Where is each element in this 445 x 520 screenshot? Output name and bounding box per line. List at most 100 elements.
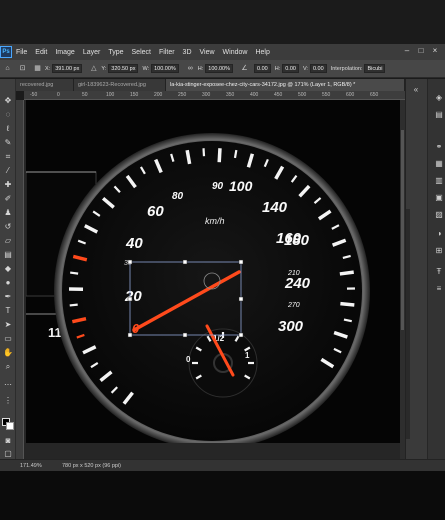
interpolation-select[interactable]: Bicubi [364,64,386,73]
history-icon[interactable]: ▨ [434,210,444,220]
h-skew-label: H: [274,65,281,72]
character-icon[interactable]: Ŧ [434,267,444,277]
more-tools-icon[interactable]: ⋯ [2,379,14,391]
pen-tool-icon[interactable]: ✒ [2,291,14,303]
channels-icon[interactable]: ⚭ [434,142,444,152]
hand-tool-icon[interactable]: ✋ [2,347,14,359]
link-icon[interactable]: ∞ [186,64,195,73]
tab-recovered[interactable]: recovered.jpg [16,79,74,91]
h-skew-input[interactable]: 0.00 [282,64,299,73]
width-field: W: 100.00% [142,64,179,73]
transform-handle[interactable] [238,296,244,302]
quick-select-tool-icon[interactable]: ✎ [2,137,14,149]
canvas-area[interactable]: 11 km 20 40 60 80 90 100 30 140 160 210 … [24,100,405,460]
marquee-tool-icon[interactable]: ◌ [2,109,14,121]
vertical-ruler [16,100,24,460]
v-skew-input[interactable]: 0.00 [309,64,327,73]
panel-scrollbar[interactable] [406,209,410,439]
minimize-icon[interactable]: – [402,46,412,56]
speed-label-240: 240 [284,275,311,292]
menu-help[interactable]: Help [251,49,273,56]
transform-handle[interactable] [127,332,133,338]
brush-tool-icon[interactable]: ✐ [2,193,14,205]
y-field: Y: 320.50 px [101,64,139,73]
fuel-label-empty: 0 [186,355,191,364]
width-label: W: [142,65,150,72]
shape-tool-icon[interactable]: ▭ [2,333,14,345]
layers-icon[interactable]: ◈ [434,93,444,103]
transform-handle[interactable] [127,259,133,265]
blur-tool-icon[interactable]: ◆ [2,263,14,275]
height-input[interactable]: 100.00% [205,64,234,73]
color-icon[interactable]: ◑ [434,229,444,239]
adjustments-icon[interactable]: ▤ [434,110,444,120]
menu-type[interactable]: Type [104,49,127,56]
transform-handle[interactable] [182,332,188,338]
ruler-mark: 100 [106,92,115,98]
edit-toolbar-icon[interactable]: ⋮ [2,395,14,407]
dodge-tool-icon[interactable]: ● [2,277,14,289]
close-icon[interactable]: × [430,46,440,56]
tab-girl-recovered[interactable]: girl-1839623-Recovered.jpg [74,79,166,91]
swatches-icon[interactable]: ▥ [434,176,444,186]
gradient-tool-icon[interactable]: ▤ [2,249,14,261]
background-color-swatch[interactable] [6,422,14,430]
tab-kia-stinger[interactable]: la-kia-stinger-exposee-chez-city-cars-34… [166,79,405,91]
tab-label: girl-1839623-Recovered.jpg [78,82,146,88]
move-tool-icon[interactable]: ✥ [2,95,14,107]
maximize-icon[interactable]: □ [416,46,426,56]
v-skew-field: V: 0.00 [303,64,327,73]
y-input[interactable]: 320.50 px [108,64,139,73]
document-canvas[interactable]: 11 km 20 40 60 80 90 100 30 140 160 210 … [26,100,400,443]
menu-view[interactable]: View [196,49,219,56]
dial-tick [185,149,192,165]
ruler-mark: 400 [250,92,259,98]
menu-window[interactable]: Window [219,49,252,56]
collapse-panel-icon[interactable]: « [411,85,421,95]
paragraph-icon[interactable]: ≡ [434,284,444,294]
eyedropper-tool-icon[interactable]: ⁄ [2,165,14,177]
reference-point-icon[interactable]: ▦ [33,64,42,73]
menu-select[interactable]: Select [128,49,155,56]
ruler-mark: 0 [57,92,60,98]
properties-icon[interactable]: ⊞ [434,246,444,256]
paths-icon[interactable]: ▦ [434,159,444,169]
healing-tool-icon[interactable]: ✚ [2,179,14,191]
menu-filter[interactable]: Filter [155,49,179,56]
transform-handle[interactable] [127,296,133,302]
stamp-tool-icon[interactable]: ♟ [2,207,14,219]
transform-tool-icon[interactable]: ⊡ [18,64,27,73]
history-brush-icon[interactable]: ↺ [2,221,14,233]
delta-icon[interactable]: △ [89,64,98,73]
speed-label-40: 40 [125,235,143,252]
transform-handle[interactable] [238,259,244,265]
height-label: H: [197,65,204,72]
transform-handle[interactable] [182,259,188,265]
home-icon[interactable]: ⌂ [3,64,12,73]
ruler-mark: 550 [322,92,331,98]
speed-label-60: 60 [147,203,164,220]
crop-tool-icon[interactable]: ⌗ [2,151,14,163]
menu-edit[interactable]: Edit [31,49,51,56]
quick-mask-icon[interactable]: ◙ [2,435,14,447]
fuel-label-full: 1 [245,351,250,360]
photoshop-window: Ps File Edit Image Layer Type Select Fil… [0,0,445,520]
zoom-tool-icon[interactable]: ⌕ [2,361,14,373]
x-input[interactable]: 391.00 px [52,64,83,73]
transform-handle[interactable] [238,332,244,338]
lasso-tool-icon[interactable]: ℓ [2,123,14,135]
menu-3d[interactable]: 3D [179,49,196,56]
speed-label-20: 20 [124,288,142,305]
x-field: X: 391.00 px [45,64,83,73]
path-select-icon[interactable]: ➤ [2,319,14,331]
menu-layer[interactable]: Layer [79,49,105,56]
menu-image[interactable]: Image [51,49,78,56]
libraries-icon[interactable]: ▣ [434,193,444,203]
eraser-tool-icon[interactable]: ▱ [2,235,14,247]
width-input[interactable]: 100.00% [151,64,179,73]
angle-input[interactable]: 0.00 [254,64,271,73]
menu-file[interactable]: File [12,49,31,56]
ruler-mark: 50 [82,92,88,98]
type-tool-icon[interactable]: T [2,305,14,317]
scrollbar-thumb[interactable] [401,130,404,330]
